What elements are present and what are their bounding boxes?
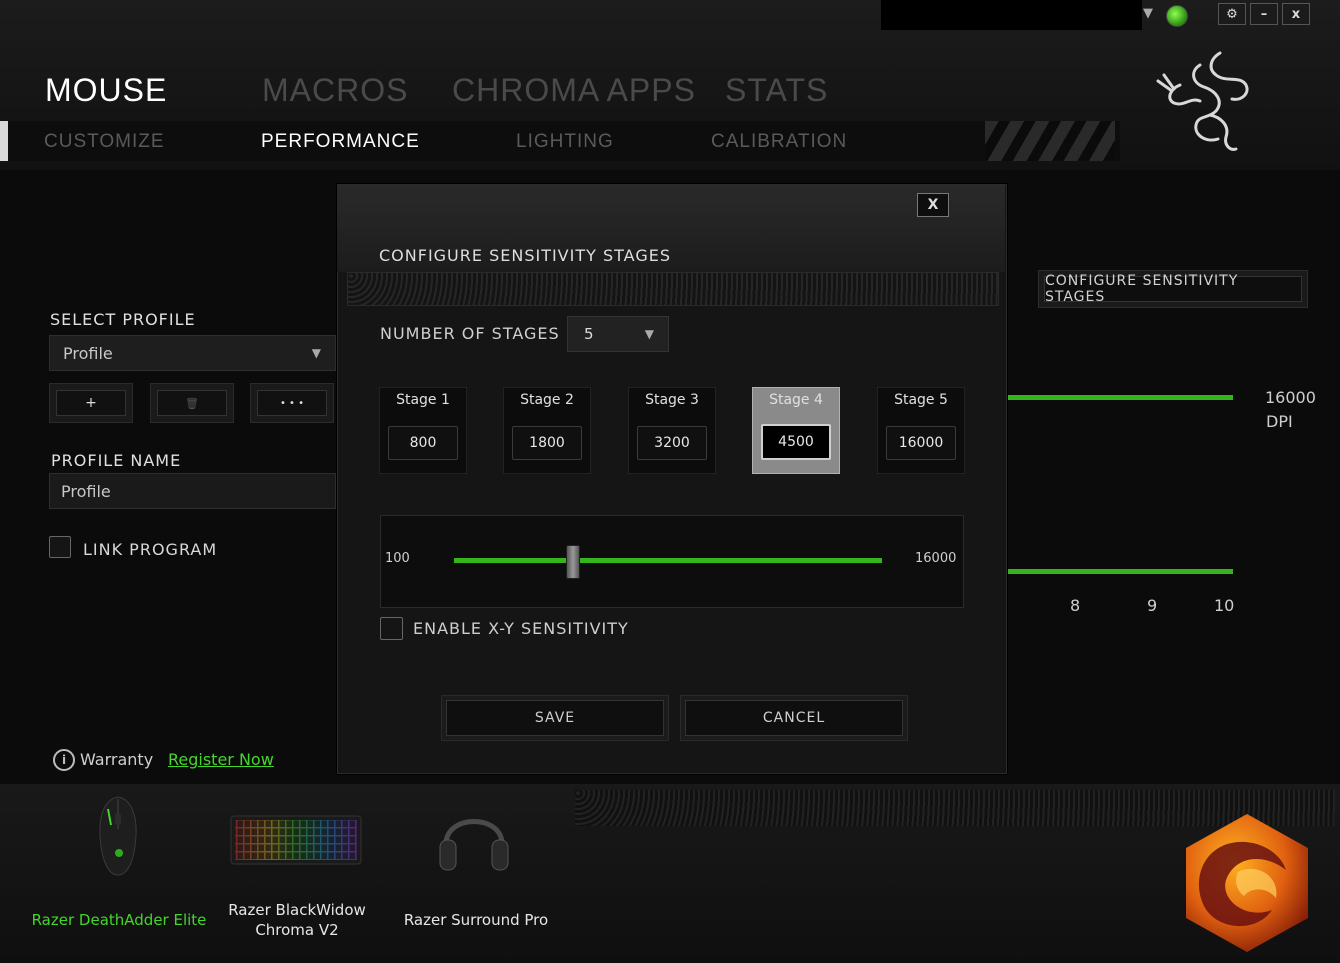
plus-icon: + [56, 390, 126, 416]
dialog-close-button[interactable]: X [917, 193, 949, 217]
window-controls: ⚙ – x [1218, 3, 1313, 25]
tab-stats[interactable]: STATS [725, 72, 828, 109]
dpi-unit: DPI [1266, 412, 1293, 431]
sensitivity-bar-top [1006, 395, 1233, 400]
configure-stages-button[interactable]: CONFIGURE SENSITIVITY STAGES [1038, 270, 1308, 308]
dpi-slider-handle[interactable] [566, 545, 580, 579]
number-of-stages-label: NUMBER OF STAGES [380, 324, 560, 343]
subtab-calibration[interactable]: CALIBRATION [711, 131, 847, 153]
subtab-performance[interactable]: PERFORMANCE [261, 131, 420, 153]
stage-3-card[interactable]: Stage 3 3200 [628, 387, 716, 474]
axis-number: 10 [1214, 596, 1235, 615]
gear-icon: ⚙ [1226, 6, 1238, 22]
profile-select-value: Profile [63, 344, 113, 363]
stage-value-input[interactable]: 3200 [637, 426, 707, 460]
slider-max-label: 16000 [915, 551, 957, 566]
dpi-value: 16000 [1265, 388, 1316, 407]
profile-select[interactable]: Profile ▼ [49, 335, 336, 371]
profile-name-label: PROFILE NAME [51, 451, 182, 470]
chevron-down-icon: ▼ [311, 346, 321, 360]
dialog-title: CONFIGURE SENSITIVITY STAGES [379, 246, 671, 265]
device-surround-label[interactable]: Razer Surround Pro [395, 910, 557, 930]
status-indicator-icon[interactable] [1166, 5, 1188, 27]
more-profile-options-button[interactable]: • • • [250, 383, 334, 423]
stage-1-card[interactable]: Stage 1 800 [379, 387, 467, 474]
add-profile-button[interactable]: + [49, 383, 133, 423]
nav-stripes-decoration [985, 121, 1115, 161]
stage-label: Stage 4 [769, 392, 823, 408]
close-window-button[interactable]: x [1282, 3, 1310, 25]
title-area [881, 0, 1142, 30]
profile-name-input[interactable]: Profile [49, 473, 336, 509]
number-of-stages-select[interactable]: 5 ▼ [567, 316, 669, 352]
headset-device-icon[interactable] [436, 800, 512, 876]
profile-name-value: Profile [61, 482, 111, 501]
minimize-button[interactable]: – [1250, 3, 1278, 25]
minimize-icon: – [1260, 6, 1268, 22]
enable-xy-checkbox[interactable] [380, 617, 403, 640]
axis-number: 8 [1070, 596, 1081, 615]
stage-value-input[interactable]: 16000 [886, 426, 956, 460]
mouse-device-icon[interactable] [97, 795, 139, 877]
stage-label: Stage 5 [894, 392, 948, 408]
device-deathadder-label[interactable]: Razer DeathAdder Elite [30, 910, 208, 930]
status-dropdown-icon[interactable]: ▼ [1143, 6, 1153, 21]
device-name-line: Chroma V2 [255, 921, 339, 939]
delete-profile-button[interactable]: 🗑 [150, 383, 234, 423]
nav-edge-marker [0, 121, 8, 161]
stage-label: Stage 3 [645, 392, 699, 408]
register-now-link[interactable]: Register Now [168, 750, 274, 769]
stage-label: Stage 1 [396, 392, 450, 408]
device-blackwidow-label[interactable]: Razer BlackWidow Chroma V2 [212, 900, 382, 940]
cancel-button[interactable]: CANCEL [680, 695, 908, 741]
settings-button[interactable]: ⚙ [1218, 3, 1246, 25]
tab-chroma-apps[interactable]: CHROMA APPS [452, 72, 696, 109]
stage-value-input[interactable]: 4500 [761, 424, 831, 460]
device-name-line: Razer BlackWidow [228, 901, 366, 919]
dialog-texture-band [347, 272, 999, 306]
stage-label: Stage 2 [520, 392, 574, 408]
razer-snake-logo-icon [1156, 51, 1249, 151]
link-program-label: LINK PROGRAM [83, 540, 218, 559]
warranty-label: Warranty [80, 750, 154, 769]
subtab-customize[interactable]: CUSTOMIZE [44, 131, 165, 153]
chevron-down-icon: ▼ [644, 327, 654, 341]
trash-icon: 🗑 [157, 390, 227, 416]
select-profile-label: SELECT PROFILE [50, 310, 196, 329]
cancel-label: CANCEL [685, 700, 903, 736]
axis-number: 9 [1147, 596, 1158, 615]
sensitivity-bar-bottom [1006, 569, 1233, 574]
stage-value-input[interactable]: 800 [388, 426, 458, 460]
tab-macros[interactable]: MACROS [262, 72, 408, 109]
save-label: SAVE [446, 700, 664, 736]
close-icon: x [1291, 6, 1301, 22]
subtab-lighting[interactable]: LIGHTING [516, 131, 614, 153]
save-button[interactable]: SAVE [441, 695, 669, 741]
brand-logo-icon [1186, 814, 1308, 952]
dpi-slider-track[interactable] [454, 558, 882, 563]
link-program-checkbox[interactable] [49, 536, 71, 558]
stage-value-input[interactable]: 1800 [512, 426, 582, 460]
slider-min-label: 100 [385, 551, 410, 566]
stage-5-card[interactable]: Stage 5 16000 [877, 387, 965, 474]
enable-xy-label: ENABLE X-Y SENSITIVITY [413, 619, 629, 638]
number-of-stages-value: 5 [584, 325, 594, 343]
info-icon: i [53, 749, 75, 771]
stage-2-card[interactable]: Stage 2 1800 [503, 387, 591, 474]
configure-stages-label: CONFIGURE SENSITIVITY STAGES [1044, 273, 1302, 305]
keyboard-device-icon[interactable] [230, 812, 362, 868]
more-icon: • • • [257, 390, 327, 416]
stage-4-card[interactable]: Stage 4 4500 [752, 387, 840, 474]
tab-mouse[interactable]: MOUSE [45, 72, 167, 109]
